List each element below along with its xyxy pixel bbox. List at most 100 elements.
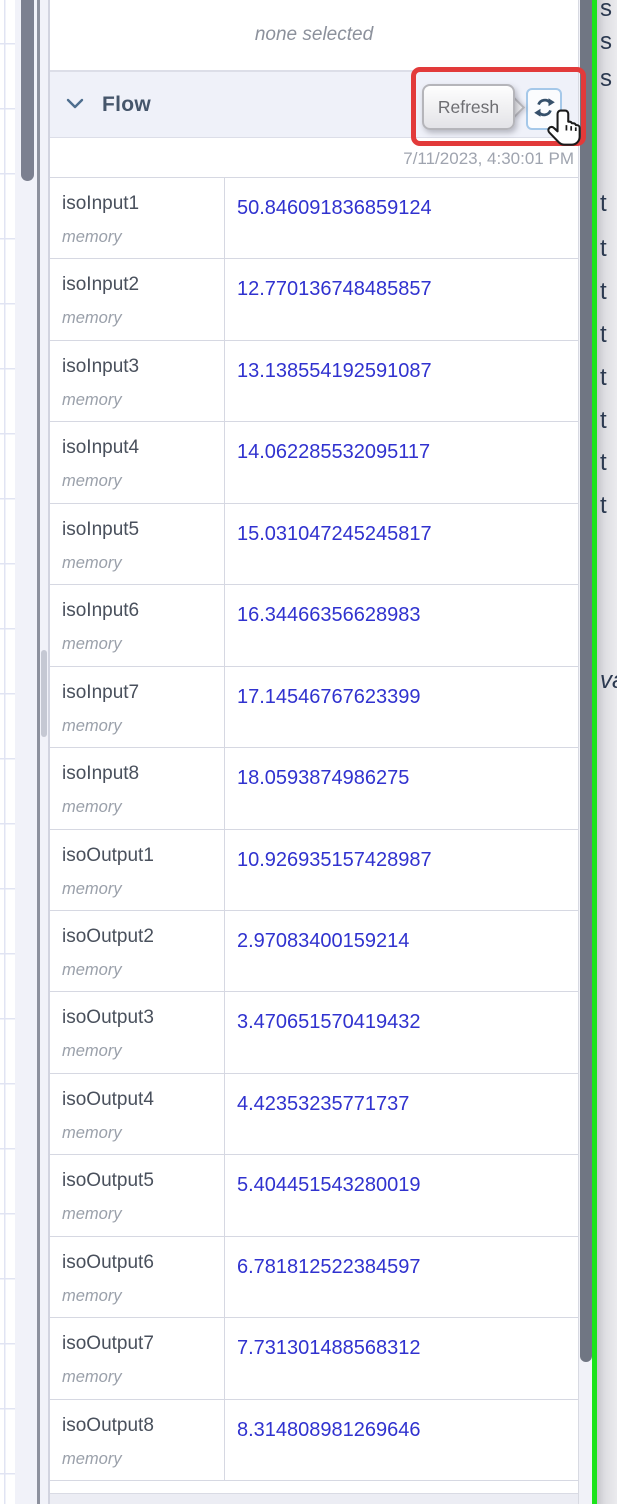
chevron-down-icon	[66, 96, 84, 114]
table-row: isoOutput5 memory 5.404451543280019	[50, 1155, 578, 1237]
table-row: isoOutput2 memory 2.97083400159214	[50, 910, 578, 993]
signal-label-cell: isoOutput2 memory	[50, 910, 225, 992]
signal-type: memory	[62, 472, 122, 491]
clipped-text-fragment: t	[600, 278, 607, 305]
clipped-text-fragment: t	[600, 364, 607, 391]
signal-value-cell: 14.062285532095117	[225, 422, 578, 502]
signal-value[interactable]: 15.031047245245817	[237, 523, 432, 545]
signal-type: memory	[62, 798, 122, 817]
signal-type: memory	[62, 960, 122, 979]
signal-value-cell: 12.770136748485857	[225, 259, 578, 339]
signal-name: isoInput1	[62, 193, 140, 214]
signal-name: isoOutput3	[62, 1007, 154, 1029]
signal-value-cell: 7.731301488568312	[225, 1318, 578, 1398]
clipped-text-fragment: s	[600, 65, 612, 92]
signal-type: memory	[62, 1449, 122, 1468]
signal-value[interactable]: 18.0593874986275	[237, 767, 409, 789]
table-row: isoOutput8 memory 8.314808981269646	[50, 1399, 578, 1481]
clipped-text-fragment: t	[600, 492, 607, 519]
signal-value[interactable]: 3.470651570419432	[237, 1011, 421, 1033]
table-row: isoOutput1 memory 10.926935157428987	[50, 829, 578, 911]
signal-value-cell: 8.314808981269646	[225, 1400, 578, 1480]
signal-value[interactable]: 8.314808981269646	[237, 1419, 421, 1441]
table-row: isoInput1 memory 50.846091836859124	[50, 178, 578, 260]
signal-type: memory	[62, 553, 122, 572]
signal-value-cell: 17.14546767623399	[225, 667, 578, 747]
signal-value[interactable]: 16.34466356628983	[237, 604, 421, 626]
signal-type: memory	[62, 635, 122, 654]
refresh-icon	[533, 97, 555, 121]
signal-name: isoOutput4	[62, 1088, 154, 1110]
signal-label-cell: isoOutput5 memory	[50, 1155, 225, 1236]
signal-label-cell: isoInput5 memory	[50, 503, 225, 585]
signal-name: isoInput3	[62, 355, 140, 377]
signal-name: isoOutput6	[62, 1251, 154, 1273]
signal-value-cell: 13.138554192591087	[225, 341, 578, 421]
refresh-timestamp: 7/11/2023, 4:30:01 PM	[403, 149, 574, 168]
clipped-text-fragment: t	[600, 321, 607, 348]
signal-name: isoInput8	[62, 763, 140, 785]
table-row: isoInput4 memory 14.062285532095117	[50, 422, 578, 504]
clipped-text-fragment: t	[600, 235, 607, 262]
signal-value[interactable]: 12.770136748485857	[237, 278, 432, 300]
signal-label-cell: isoInput8 memory	[50, 748, 225, 829]
signal-value-cell: 4.42353235771737	[225, 1074, 578, 1154]
table-row: isoOutput7 memory 7.731301488568312	[50, 1318, 578, 1400]
panel-vertical-scrollbar-thumb[interactable]	[580, 0, 592, 1362]
signal-name: isoOutput1	[62, 844, 154, 866]
signal-type: memory	[62, 716, 122, 735]
signal-value[interactable]: 17.14546767623399	[237, 686, 421, 708]
signal-value[interactable]: 4.42353235771737	[237, 1093, 409, 1115]
signal-type: memory	[62, 228, 122, 246]
clipped-text-fragment: t	[600, 407, 607, 434]
refresh-tooltip: Refresh	[422, 84, 515, 130]
signal-name: isoOutput8	[62, 1414, 154, 1436]
signal-value[interactable]: 13.138554192591087	[237, 360, 432, 382]
outer-scrollbar-thumb[interactable]	[21, 0, 34, 181]
signal-label-cell: isoInput1 memory	[50, 178, 225, 259]
next-section-edge	[50, 1493, 578, 1504]
table-row: isoOutput4 memory 4.42353235771737	[50, 1073, 578, 1156]
flow-section-title: Flow	[102, 92, 152, 116]
signal-value-cell: 5.404451543280019	[225, 1155, 578, 1235]
outer-scrollbar-track[interactable]	[15, 0, 37, 1504]
signal-label-cell: isoInput3 memory	[50, 340, 225, 422]
signal-type: memory	[62, 1042, 122, 1061]
signal-value[interactable]: 2.97083400159214	[237, 930, 409, 952]
signal-value[interactable]: 7.731301488568312	[237, 1337, 421, 1359]
selection-status: none selected	[50, 0, 578, 72]
signal-label-cell: isoOutput4 memory	[50, 1073, 225, 1155]
signal-value[interactable]: 14.062285532095117	[237, 441, 430, 463]
panel-vertical-scrollbar[interactable]	[578, 0, 592, 1504]
signal-value[interactable]: 5.404451543280019	[237, 1174, 421, 1196]
signal-value-cell: 6.781812522384597	[225, 1237, 578, 1317]
signal-label-cell: isoInput7 memory	[50, 666, 225, 748]
signal-type: memory	[62, 390, 122, 409]
panel-scrollbar-thumb[interactable]	[41, 650, 47, 737]
signal-name: isoInput7	[62, 681, 140, 703]
signal-label-cell: isoOutput7 memory	[50, 1318, 225, 1399]
clipped-text-fragment: s	[600, 0, 612, 22]
properties-panel: none selected Flow 7/11/2023, 4:30:01 PM…	[48, 0, 578, 1504]
refresh-button[interactable]	[526, 88, 562, 130]
table-row: isoInput5 memory 15.031047245245817	[50, 503, 578, 586]
signal-type: memory	[62, 1205, 122, 1224]
signal-name: isoOutput7	[62, 1333, 154, 1355]
clipped-text-fragment: t	[600, 190, 607, 217]
table-row: isoInput3 memory 13.138554192591087	[50, 340, 578, 423]
empty-row	[50, 1481, 578, 1493]
signal-value-cell: 10.926935157428987	[225, 830, 578, 910]
signal-name: isoInput5	[62, 518, 140, 540]
signal-label-cell: isoOutput6 memory	[50, 1236, 225, 1318]
table-row: isoInput2 memory 12.770136748485857	[50, 259, 578, 341]
table-row: isoOutput3 memory 3.470651570419432	[50, 992, 578, 1074]
signal-type: memory	[62, 1123, 122, 1142]
signal-value[interactable]: 10.926935157428987	[237, 849, 432, 871]
panel-scrollbar-track[interactable]	[40, 0, 48, 1504]
signal-label-cell: isoOutput1 memory	[50, 829, 225, 910]
table-row: isoInput8 memory 18.0593874986275	[50, 748, 578, 830]
signal-name: isoInput4	[62, 437, 140, 459]
signal-value[interactable]: 50.846091836859124	[237, 197, 432, 219]
signal-value[interactable]: 6.781812522384597	[237, 1256, 421, 1278]
table-row: isoOutput6 memory 6.781812522384597	[50, 1236, 578, 1319]
